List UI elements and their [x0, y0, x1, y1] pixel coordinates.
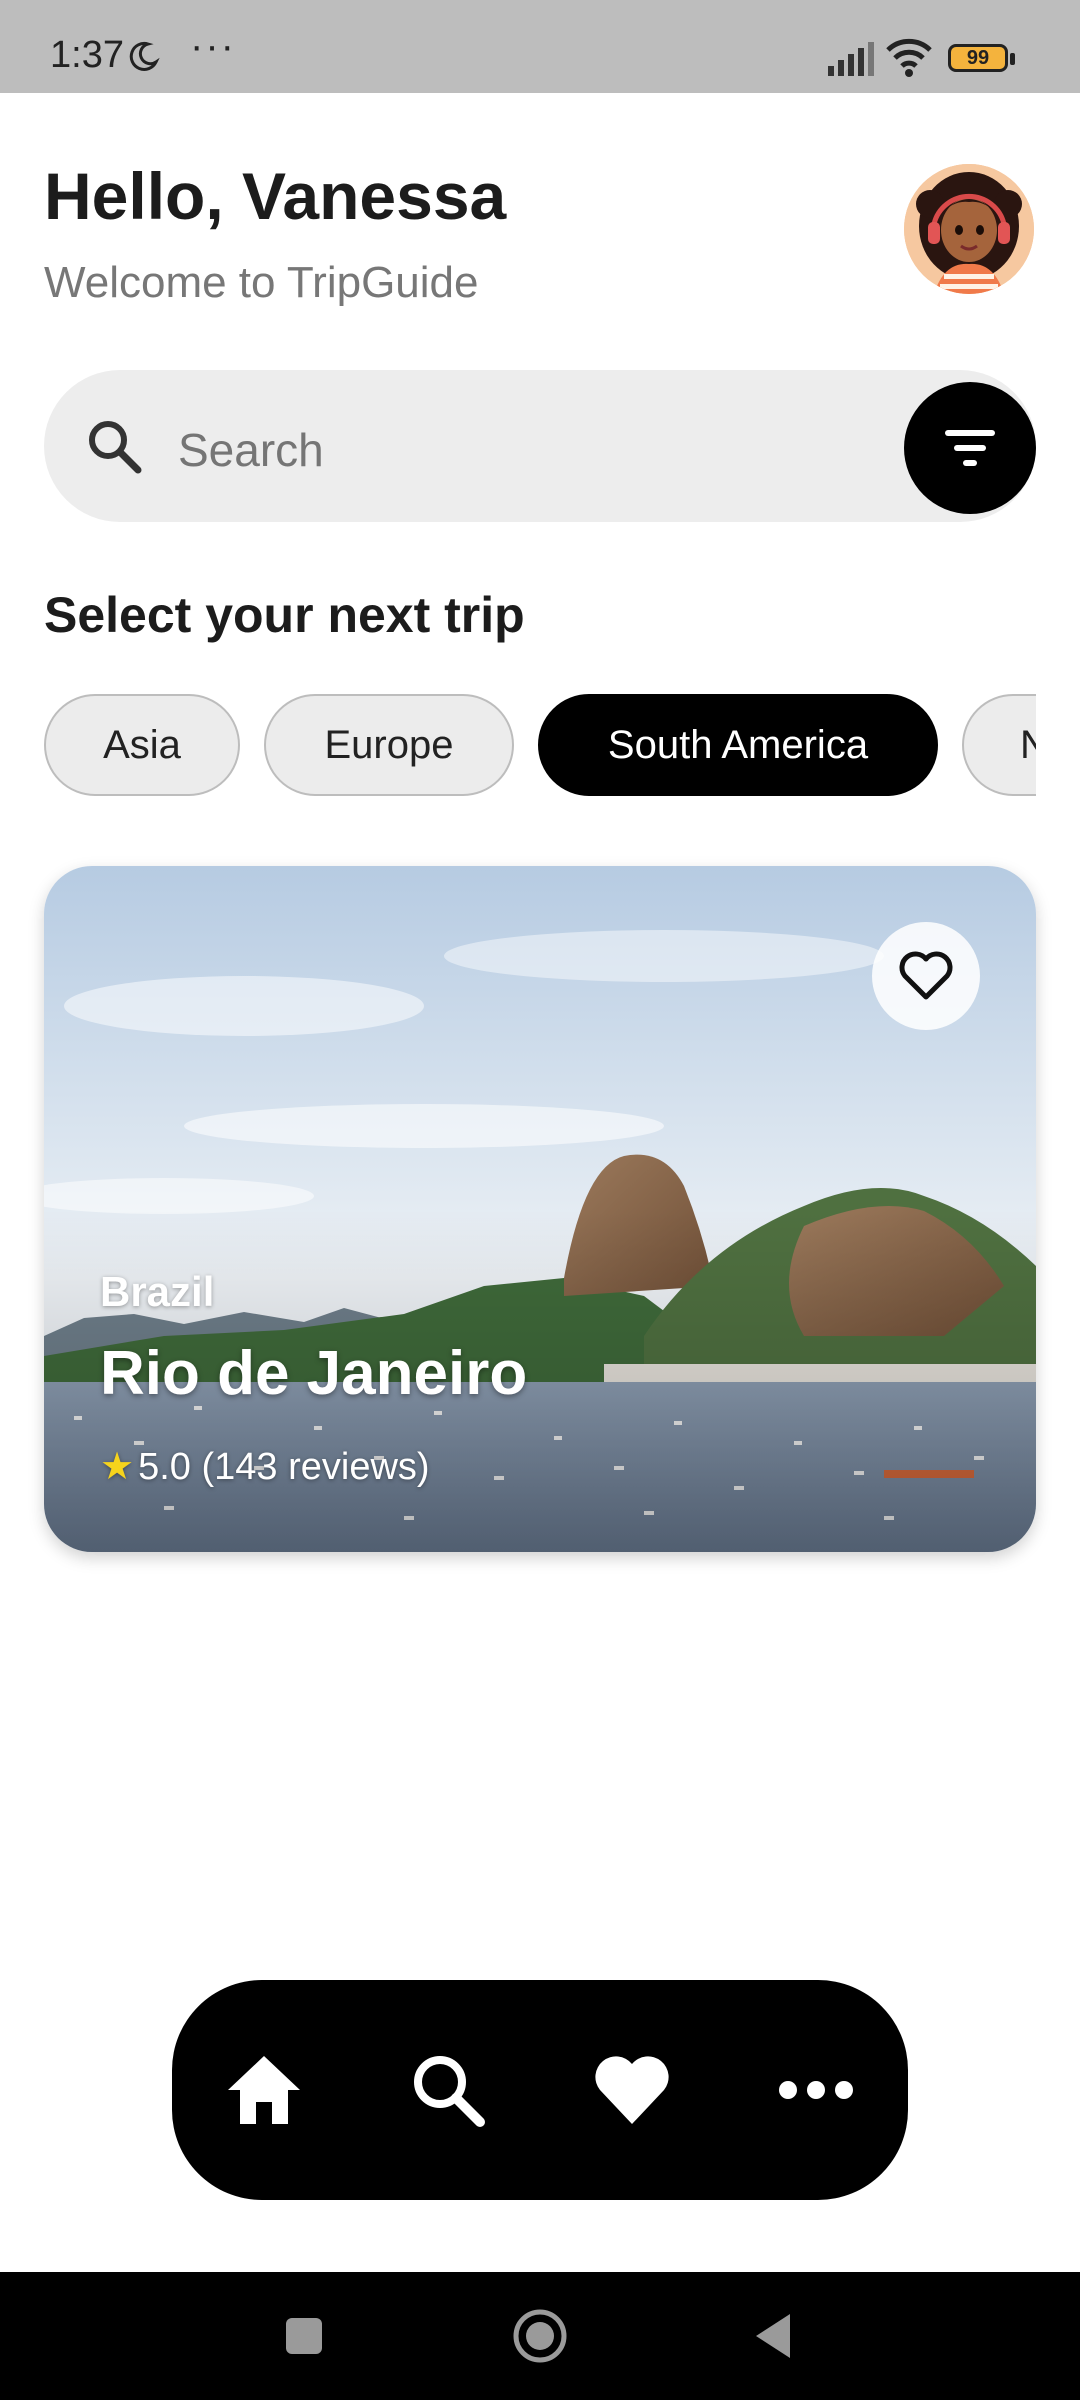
avatar[interactable]	[904, 164, 1034, 294]
home-icon	[228, 2056, 300, 2124]
nav-home[interactable]	[204, 1980, 324, 2200]
more-icon	[779, 2081, 853, 2099]
chip-north-america[interactable]: N	[962, 694, 1036, 796]
status-time: 1:37	[50, 34, 124, 76]
avatar-illustration	[904, 164, 1034, 294]
nav-favorites[interactable]	[572, 1980, 692, 2200]
heart-outline-icon	[899, 951, 953, 1000]
card-rating: ★ 5.0 (143 reviews)	[100, 1444, 430, 1489]
filter-icon	[945, 430, 995, 466]
chip-south-america[interactable]: South America	[538, 694, 938, 796]
search-bar[interactable]	[44, 370, 1036, 522]
status-bar: 1:37 ··· 99	[0, 0, 1080, 93]
back-button[interactable]	[746, 2306, 806, 2366]
card-city: Rio de Janeiro	[100, 1339, 528, 1408]
chip-asia[interactable]: Asia	[44, 694, 240, 796]
wifi-icon	[886, 38, 932, 77]
destination-card[interactable]: Brazil Rio de Janeiro ★ 5.0 (143 reviews)	[44, 866, 1036, 1552]
card-country: Brazil	[100, 1268, 215, 1315]
star-icon: ★	[100, 1446, 135, 1488]
recents-button[interactable]	[274, 2306, 334, 2366]
bottom-nav	[172, 1980, 908, 2200]
greeting-title: Hello, Vanessa	[44, 159, 507, 233]
rating-value: 5.0	[138, 1446, 191, 1488]
review-count: (143 reviews)	[201, 1446, 430, 1488]
search-input[interactable]	[176, 422, 780, 478]
battery-icon: 99	[948, 44, 1016, 74]
search-icon	[89, 421, 142, 474]
favorite-button[interactable]	[872, 922, 980, 1030]
do-not-disturb-icon	[129, 41, 160, 71]
notification-dots: ···	[190, 24, 236, 68]
chip-europe[interactable]: Europe	[264, 694, 514, 796]
section-title: Select your next trip	[44, 587, 525, 643]
search-icon	[414, 2056, 485, 2127]
category-chips: Asia Europe South America N	[0, 680, 1036, 810]
battery-level: 99	[966, 47, 990, 69]
signal-icon	[828, 42, 874, 76]
system-nav-bar	[0, 2272, 1080, 2400]
filter-button[interactable]	[904, 382, 1036, 514]
nav-search[interactable]	[388, 1980, 508, 2200]
heart-icon	[595, 2056, 669, 2124]
home-button[interactable]	[510, 2306, 570, 2366]
nav-more[interactable]	[756, 1980, 876, 2200]
welcome-subtitle: Welcome to TripGuide	[44, 258, 479, 307]
